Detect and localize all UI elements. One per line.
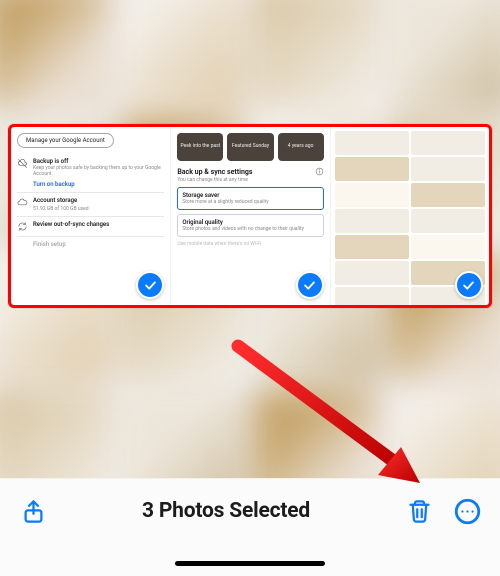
info-icon [315, 167, 324, 176]
more-button[interactable] [450, 494, 484, 528]
backup-off-sub: Keep your photos safe by backing them up… [33, 165, 164, 177]
selection-check-icon [296, 271, 324, 299]
account-storage-title: Account storage [33, 197, 89, 204]
selected-photo-3[interactable] [330, 127, 489, 305]
selected-photos-highlight: Manage your Google Account Backup is off… [8, 124, 492, 308]
cloud-icon [17, 197, 28, 208]
backup-sync-heading: Back up & sync settings [177, 168, 252, 176]
finish-setup: Finish setup [33, 241, 66, 248]
photo-selection-toolbar: 3 Photos Selected [0, 478, 500, 576]
original-quality-title: Original quality [182, 219, 318, 226]
sync-icon [17, 221, 28, 232]
selection-check-icon [136, 271, 164, 299]
memory-tab-3: 4 years ago [278, 133, 324, 161]
original-quality-sub: Store photos and videos with no change t… [182, 226, 318, 232]
storage-saver-sub: Store more at a slightly reduced quality [182, 199, 318, 205]
review-out-of-sync: Review out-of-sync changes [33, 221, 109, 228]
selected-photo-2[interactable]: Peek into the past Featured Sunday 4 yea… [170, 127, 329, 305]
share-button[interactable] [16, 494, 50, 528]
backup-sync-sub: You can change this at any time [177, 177, 323, 183]
pill-manage-account: Manage your Google Account [17, 133, 114, 148]
memory-tab-1: Peek into the past [177, 133, 223, 161]
selection-count-title: 3 Photos Selected [64, 499, 388, 523]
backup-off-title: Backup is off [33, 158, 164, 165]
turn-on-backup-link: Turn on backup [33, 181, 164, 188]
selected-photo-1[interactable]: Manage your Google Account Backup is off… [11, 127, 170, 305]
memory-tab-2: Featured Sunday [227, 133, 273, 161]
home-indicator [175, 561, 325, 566]
mobile-data-footer: Use mobile data when there's no Wi-Fi [177, 241, 323, 247]
account-storage-sub: 51.92 GB of 100 GB used [33, 206, 89, 212]
backup-off-icon [17, 158, 28, 169]
storage-saver-title: Storage saver [182, 192, 318, 199]
selection-check-icon [455, 271, 483, 299]
delete-button[interactable] [402, 494, 436, 528]
